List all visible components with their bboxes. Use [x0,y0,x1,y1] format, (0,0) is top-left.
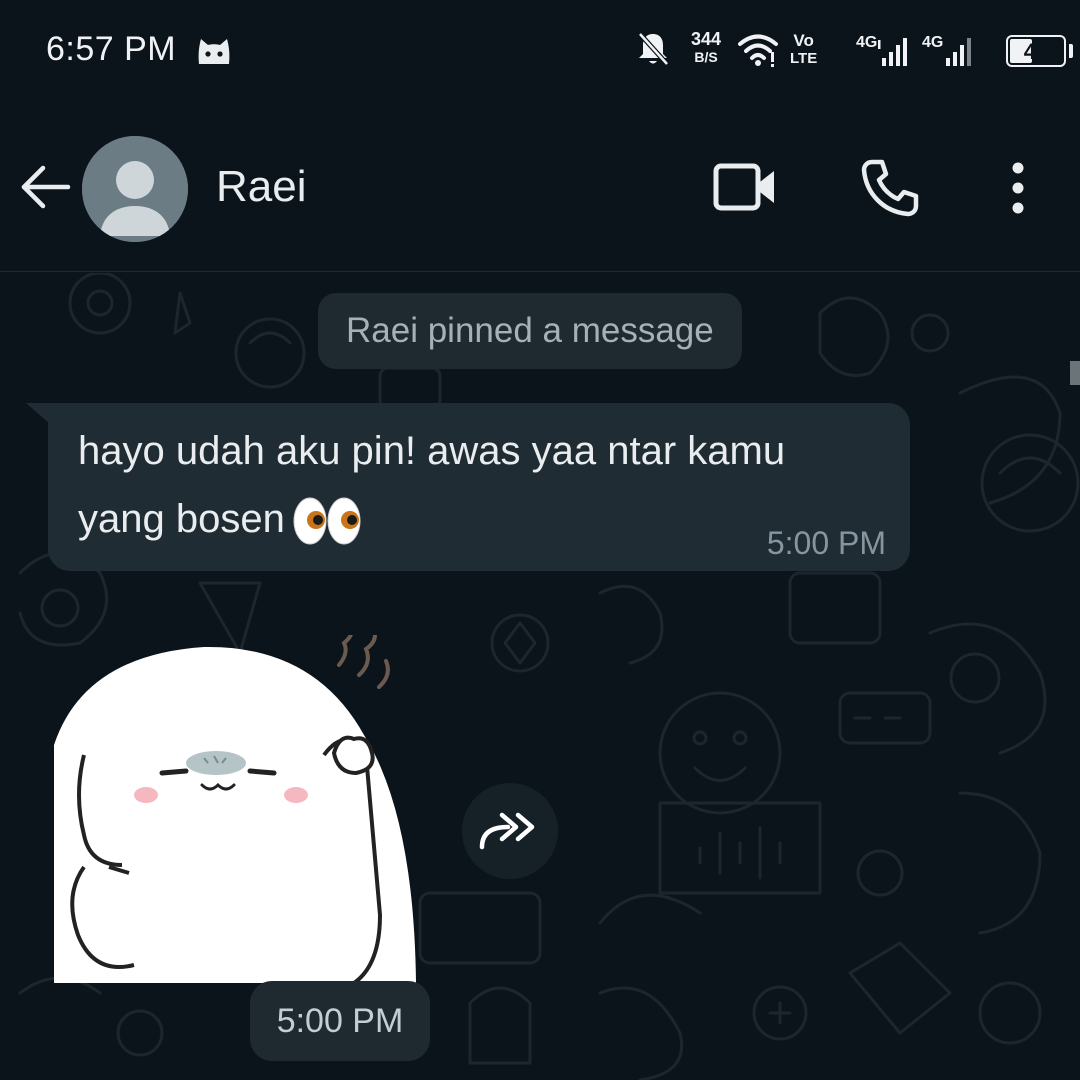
net-speed-unit: B/S [694,49,718,65]
status-bar: 6:57 PM 344 B/S Vo LTE 4G 4G 40 [0,0,1080,100]
avatar-placeholder-icon [82,136,188,242]
back-button[interactable] [18,160,72,214]
message-bubble[interactable]: hayo udah aku pin! awas yaa ntar kamu ya… [48,403,910,571]
video-call-icon [713,163,774,211]
scroll-handle[interactable] [1070,361,1080,385]
contact-name[interactable]: Raei [216,162,307,212]
battery-tip [1069,44,1073,58]
signal-icon [942,36,972,73]
battery-level: 40 [1023,39,1049,64]
sticker-time: 5:00 PM [250,981,430,1061]
sim2-network-label: 4G [922,34,944,51]
chat-area[interactable]: Raei pinned a message hayo udah aku pin!… [0,273,1080,1080]
eyes-emoji-icon [293,497,361,545]
more-vert-icon [1012,162,1024,214]
cat-app-icon [196,36,232,71]
sim1-network-label: 4G [856,34,878,51]
message-time: 5:00 PM [766,525,886,561]
message-text: hayo udah aku pin! awas yaa ntar kamu ya… [78,417,798,553]
avatar[interactable] [82,136,188,242]
volte-bottom: LTE [790,50,818,67]
message-text-content: hayo udah aku pin! awas yaa ntar kamu ya… [78,429,786,541]
status-time: 6:57 PM [46,30,177,68]
forward-double-arrow-icon [479,812,535,850]
signal-icon [878,36,908,73]
wifi-icon [738,32,778,73]
network-speed: 344 B/S [686,30,726,64]
voice-call-button[interactable] [858,156,922,220]
volte-top: Vo [793,31,814,50]
more-options-button[interactable] [998,158,1038,218]
video-call-button[interactable] [712,158,778,218]
back-arrow-icon [21,165,71,209]
net-speed-value: 344 [690,29,722,49]
chat-header: Raei [0,100,1080,272]
volte-indicator: Vo LTE [790,32,817,66]
status-icons: 344 B/S Vo LTE 4G 4G 40 [620,0,1080,100]
battery-icon: 40 [1006,35,1066,67]
sticker-image[interactable] [54,635,426,983]
mute-bell-icon [636,30,670,73]
forward-button[interactable] [462,783,558,879]
phone-icon [861,159,919,217]
system-message: Raei pinned a message [318,293,742,369]
